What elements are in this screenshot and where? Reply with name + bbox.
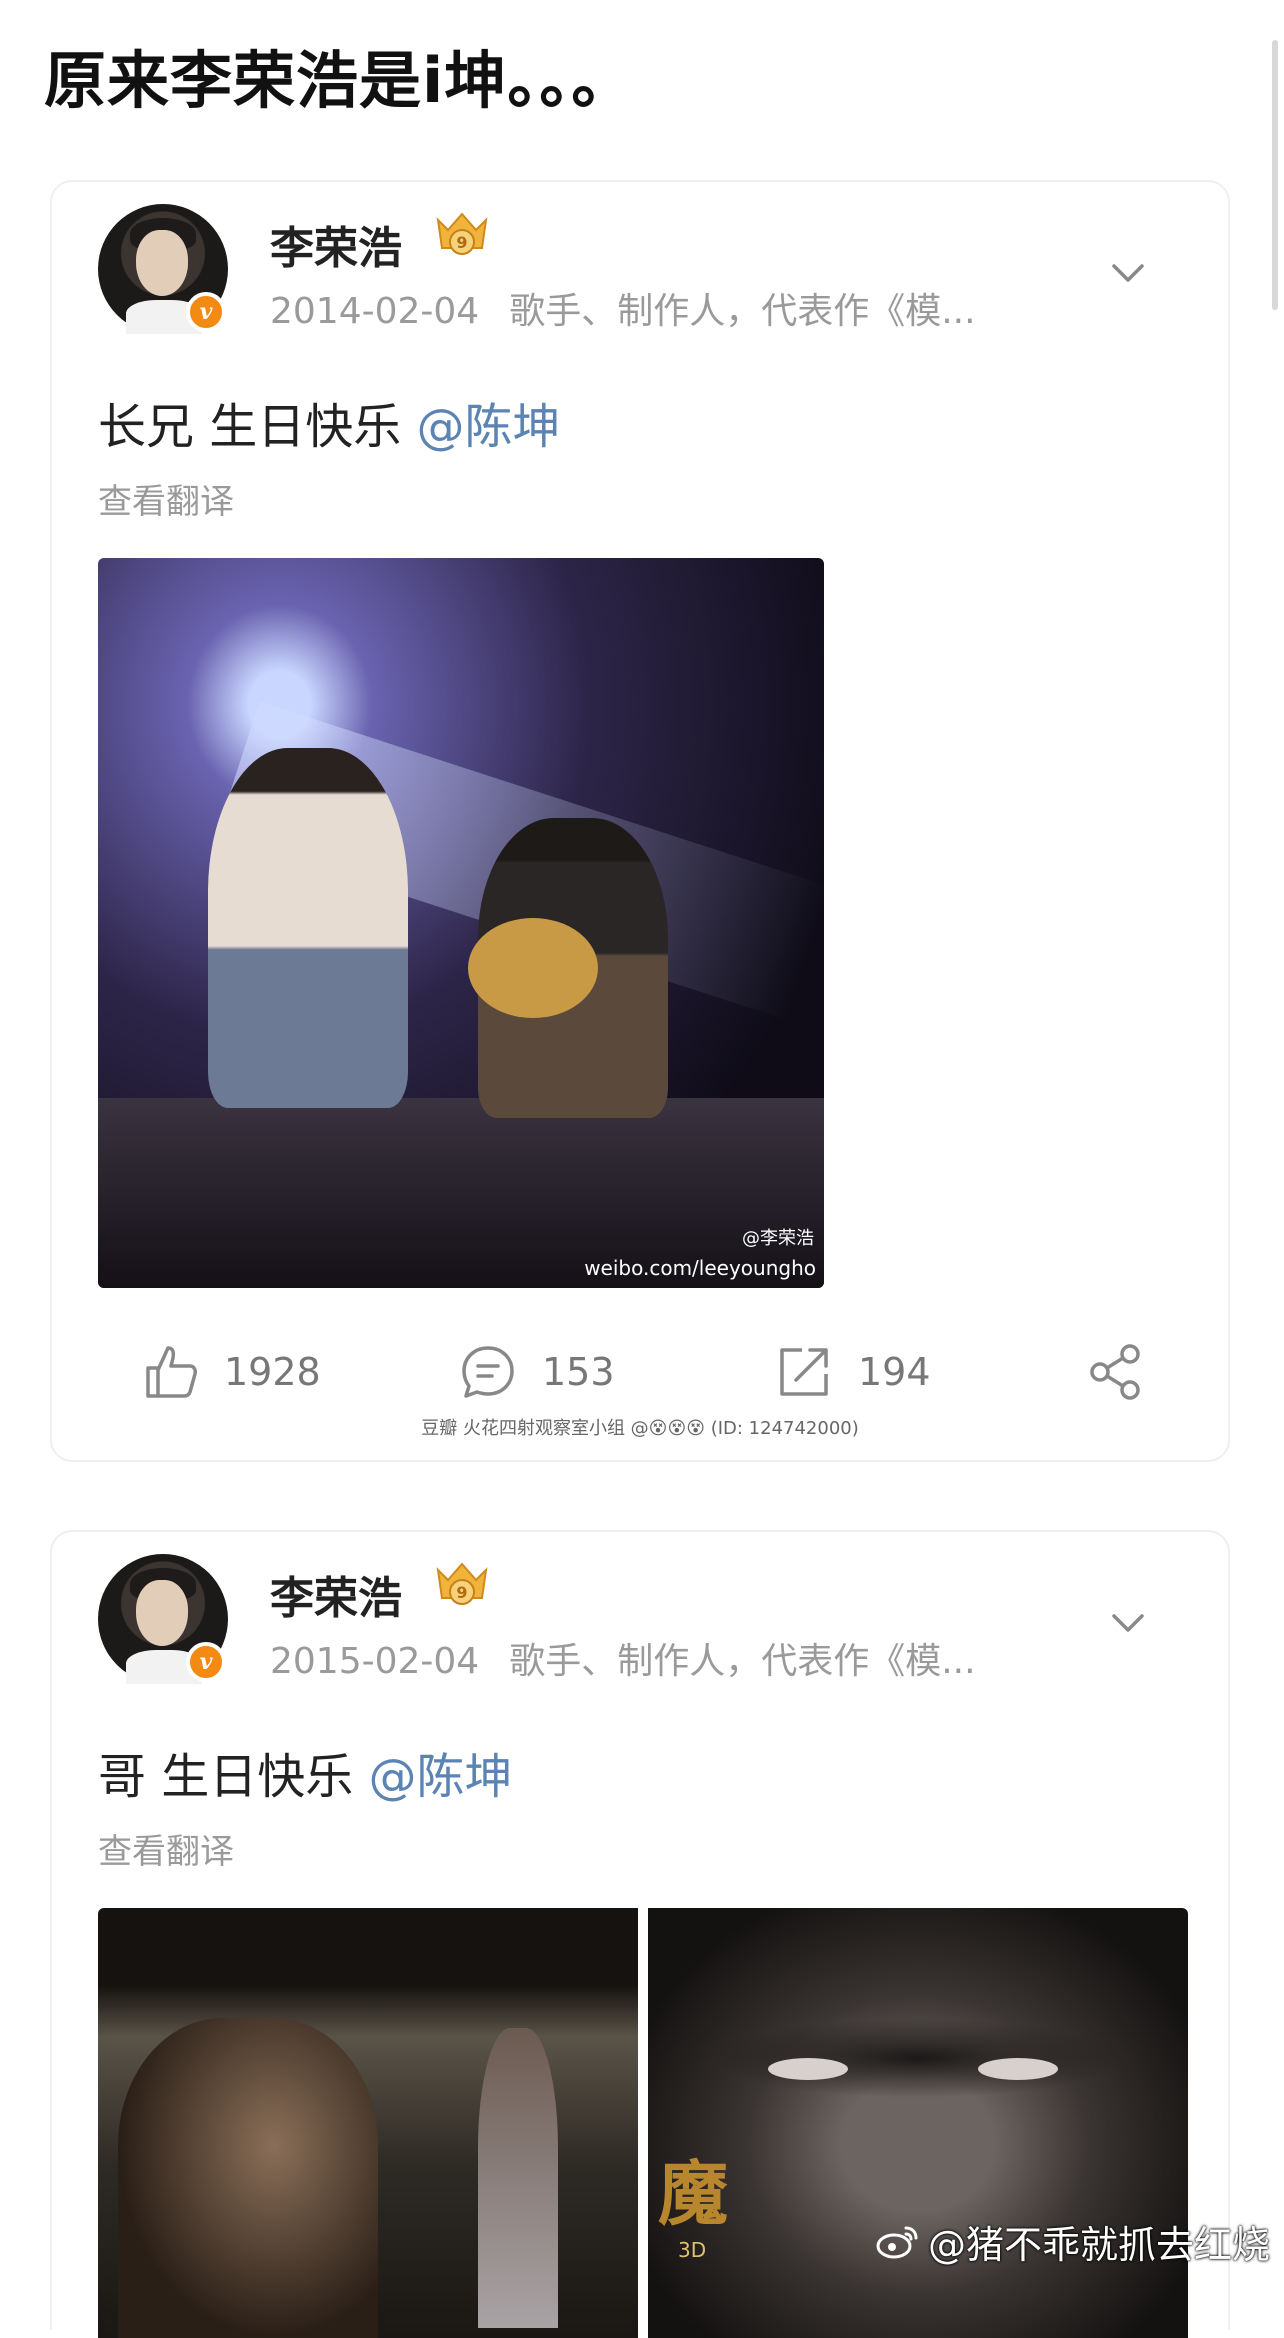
image-watermark-name: @李荣浩: [742, 1228, 814, 1249]
guitar: [468, 918, 598, 1018]
mention-link[interactable]: @陈坤: [417, 399, 561, 455]
group-watermark: 豆瓣 火花四射观察室小组 @😵😵😵 (ID: 124742000): [421, 1418, 859, 1439]
translate-link[interactable]: 查看翻译: [98, 474, 234, 523]
repost-count: 194: [858, 1350, 931, 1394]
repost-icon: [780, 1348, 828, 1396]
post-date: 2015-02-04: [270, 1641, 480, 1682]
avatar[interactable]: v: [98, 204, 228, 334]
verified-v-icon: v: [186, 292, 226, 332]
page-watermark: @猪不乖就抓去红烧: [876, 2214, 1270, 2269]
user-name[interactable]: 李荣浩: [270, 212, 402, 276]
chevron-down-icon[interactable]: [1108, 1602, 1148, 1642]
user-name[interactable]: 李荣浩: [270, 1562, 402, 1626]
crown-level-icon: 9: [436, 1562, 488, 1605]
user-bio: 歌手、制作人，代表作《模...: [509, 1641, 976, 1682]
like-count: 1928: [224, 1350, 321, 1394]
post-text: 哥 生日快乐 @陈坤: [98, 1737, 513, 1807]
weibo-post-card: v 李荣浩 9 2015-02-04 歌手、制作人，代表作《模... 哥 生日快乐…: [50, 1530, 1230, 2338]
translate-link[interactable]: 查看翻译: [98, 1824, 234, 1873]
singer-figure: [208, 748, 408, 1108]
bearded-man-figure: [118, 2018, 378, 2338]
svg-text:9: 9: [456, 1583, 467, 1602]
post-meta: 2015-02-04 歌手、制作人，代表作《模...: [270, 1632, 976, 1684]
thumbs-up-icon: [146, 1346, 197, 1398]
avatar-face: [136, 1580, 188, 1646]
verified-v-icon: v: [186, 1642, 226, 1682]
post-meta: 2014-02-04 歌手、制作人，代表作《模...: [270, 282, 976, 334]
post-text: 长兄 生日快乐 @陈坤: [98, 387, 561, 457]
face-shadow: [708, 2018, 1128, 2098]
weibo-logo-icon: [876, 2226, 918, 2258]
repost-button[interactable]: 194: [774, 1342, 931, 1402]
woman-figure: [478, 2028, 558, 2328]
comment-button[interactable]: 153: [458, 1342, 615, 1402]
chevron-down-icon[interactable]: [1108, 252, 1148, 292]
page-title: 原来李荣浩是i坤。。。: [44, 44, 635, 117]
share-icon: [1090, 1344, 1140, 1400]
eye-left: [768, 2058, 848, 2080]
page-watermark-text: @猪不乖就抓去红烧: [927, 2223, 1270, 2267]
action-bar: 1928 153 194: [52, 1332, 1228, 1412]
post-text-body: 长兄 生日快乐: [98, 399, 417, 455]
weibo-post-card: v 李荣浩 9 2014-02-04 歌手、制作人，代表作《模... 长兄 生日快…: [50, 180, 1230, 1462]
avatar[interactable]: v: [98, 1554, 228, 1684]
poster-3d-tag: 3D: [678, 2238, 707, 2262]
comment-count: 153: [542, 1350, 615, 1394]
mention-link[interactable]: @陈坤: [369, 1749, 513, 1805]
comment-icon: [462, 1346, 514, 1398]
user-bio: 歌手、制作人，代表作《模...: [509, 291, 976, 332]
post-image[interactable]: 魔 3D: [648, 1908, 1188, 2338]
eye-right: [978, 2058, 1058, 2080]
share-button[interactable]: [1086, 1342, 1146, 1402]
image-watermark-url: weibo.com/leeyoungho: [584, 1256, 816, 1280]
post-image-grid: 魔 3D: [98, 1908, 1188, 2338]
svg-text:9: 9: [456, 233, 467, 252]
post-image[interactable]: @李荣浩 weibo.com/leeyoungho: [98, 558, 824, 1288]
post-date: 2014-02-04: [270, 291, 480, 332]
avatar-face: [136, 230, 188, 296]
post-image[interactable]: [98, 1908, 638, 2338]
like-button[interactable]: 1928: [140, 1342, 321, 1402]
scrollbar[interactable]: [1272, 40, 1278, 310]
crown-level-icon: 9: [436, 212, 488, 255]
post-text-body: 哥 生日快乐: [98, 1749, 369, 1805]
poster-title-glyph: 魔: [658, 2153, 728, 2235]
